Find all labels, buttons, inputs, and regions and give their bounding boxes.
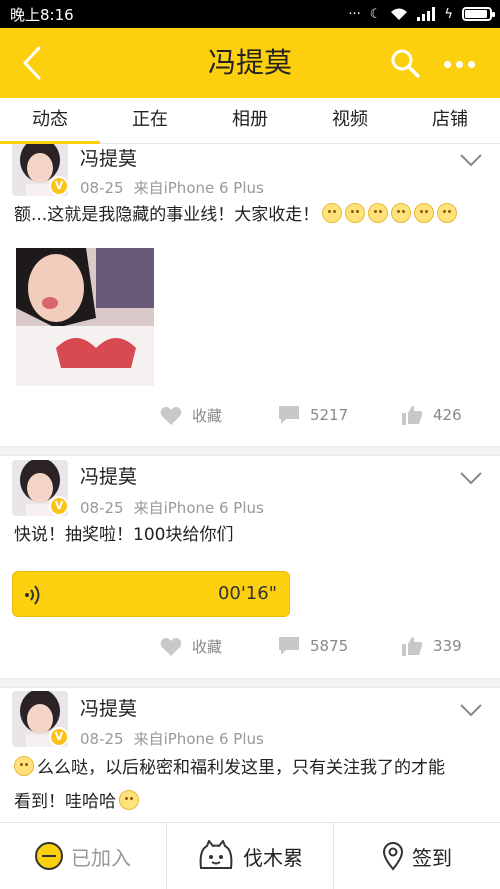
post-text-line: 看到！哇哈哈 [14,792,116,812]
charging-icon: ϟ [444,6,453,22]
post-date: 08-25 [80,179,124,197]
checkin-button[interactable]: 签到 [333,823,500,889]
chevron-down-icon[interactable] [459,152,483,168]
emoji-icon [414,203,435,223]
post-text: 快说！抽奖啦！100块给你们 [14,525,234,545]
like-action[interactable]: 426 [401,405,462,425]
tab-bar: 动态 正在 相册 视频 店铺 [0,98,500,144]
more-dot-icon [467,60,475,68]
author-name[interactable]: 冯提莫 [80,462,137,489]
emoji-icon [322,203,343,223]
more-dot-icon [455,60,463,68]
emoji-icon [119,790,139,810]
search-icon [391,49,420,78]
post-text: 额...这就是我隐藏的事业线！大家收走！ [14,198,488,232]
more-dot-icon [443,60,451,68]
more-button[interactable] [436,46,482,82]
app-header: 冯提莫 [0,28,500,98]
comment-action[interactable]: 5217 [278,405,348,425]
tab-zhengzai[interactable]: 正在 [100,98,200,143]
joined-minus-icon [35,842,63,870]
post-photo[interactable] [16,248,154,386]
post-source: 来自iPhone 6 Plus [133,499,264,517]
chevron-down-icon[interactable] [459,702,483,718]
status-icons: ··· ☾ ϟ [348,6,495,22]
signal-icon [417,7,436,21]
thumbs-up-icon [402,406,423,425]
verified-badge-icon: V [49,176,69,196]
feed: V 冯提莫 08-25 来自iPhone 6 Plus 额...这就是我隐藏的事业… [0,144,500,822]
post-source: 来自iPhone 6 Plus [133,179,264,197]
tab-dongtai[interactable]: 动态 [0,98,100,144]
post-source: 来自iPhone 6 Plus [133,730,264,748]
comment-icon [279,637,299,655]
heart-icon [160,406,182,425]
post-date: 08-25 [80,730,124,748]
bottom-action-bar: 已加入 伐木累 签到 [0,822,500,889]
post-text: 么么哒，以后秘密和福利发这里，只有关注我了的才能 看到！哇哈哈 [14,751,488,819]
favorite-label: 收藏 [192,638,223,656]
signal-dots-icon: ··· [348,6,361,22]
status-time: 晚上8:16 [10,5,74,24]
voice-duration: 00'16" [217,583,277,604]
post-meta: 08-25 来自iPhone 6 Plus [80,497,264,518]
chevron-down-icon[interactable] [459,470,483,486]
page-title: 冯提莫 [207,46,292,79]
voice-wave-icon [25,585,40,605]
group-label: 伐木累 [243,845,303,870]
author-name[interactable]: 冯提莫 [80,694,137,721]
like-count: 426 [433,406,462,424]
battery-icon [462,7,495,21]
post-card[interactable]: V 冯提莫 08-25 来自iPhone 6 Plus 快说！抽奖啦！100块给你… [0,456,500,678]
joined-label: 已加入 [71,845,131,870]
post-meta: 08-25 来自iPhone 6 Plus [80,177,264,198]
favorite-action[interactable]: 收藏 [160,405,222,426]
like-count: 339 [433,637,462,655]
post-divider [0,446,500,456]
emoji-icon [391,203,412,223]
favorite-action[interactable]: 收藏 [160,636,222,657]
post-meta: 08-25 来自iPhone 6 Plus [80,728,264,749]
heart-icon [160,637,182,656]
tab-video[interactable]: 视频 [300,98,400,143]
emoji-icon [437,203,458,223]
favorite-label: 收藏 [192,407,223,425]
comment-count: 5875 [310,637,349,655]
post-text-content: 额...这就是我隐藏的事业线！大家收走！ [14,205,320,225]
verified-badge-icon: V [49,727,69,747]
status-bar: 晚上8:16 ··· ☾ ϟ [0,0,500,28]
emoji-row [319,203,458,225]
voice-message[interactable]: 00'16" [12,571,290,617]
joined-button[interactable]: 已加入 [0,823,166,889]
emoji-icon [14,756,34,776]
checkin-label: 签到 [412,845,452,870]
comment-count: 5217 [310,406,349,424]
comment-icon [279,406,299,424]
post-photo-image [16,248,154,386]
group-button[interactable]: 伐木累 [166,823,333,889]
post-date: 08-25 [80,499,124,517]
post-divider [0,678,500,688]
emoji-icon [368,203,389,223]
thumbs-up-icon [402,637,423,656]
back-button[interactable] [14,43,50,83]
mascot-face-icon [199,840,233,869]
search-button[interactable] [388,46,424,82]
comment-action[interactable]: 5875 [278,636,348,656]
post-text-line: 么么哒，以后秘密和福利发这里，只有关注我了的才能 [37,758,445,778]
tab-album[interactable]: 相册 [200,98,300,143]
verified-badge-icon: V [49,496,69,516]
tab-shop[interactable]: 店铺 [400,98,500,143]
post-card[interactable]: V 冯提莫 08-25 来自iPhone 6 Plus 么么哒，以后秘密和福利发这… [0,688,500,822]
author-name[interactable]: 冯提莫 [80,144,137,171]
location-pin-icon [382,842,404,871]
wifi-icon [391,8,408,20]
back-arrow-icon [23,46,41,80]
post-card[interactable]: V 冯提莫 08-25 来自iPhone 6 Plus 额...这就是我隐藏的事业… [0,144,500,446]
emoji-icon [345,203,366,223]
moon-icon: ☾ [369,6,382,22]
like-action[interactable]: 339 [401,636,462,656]
